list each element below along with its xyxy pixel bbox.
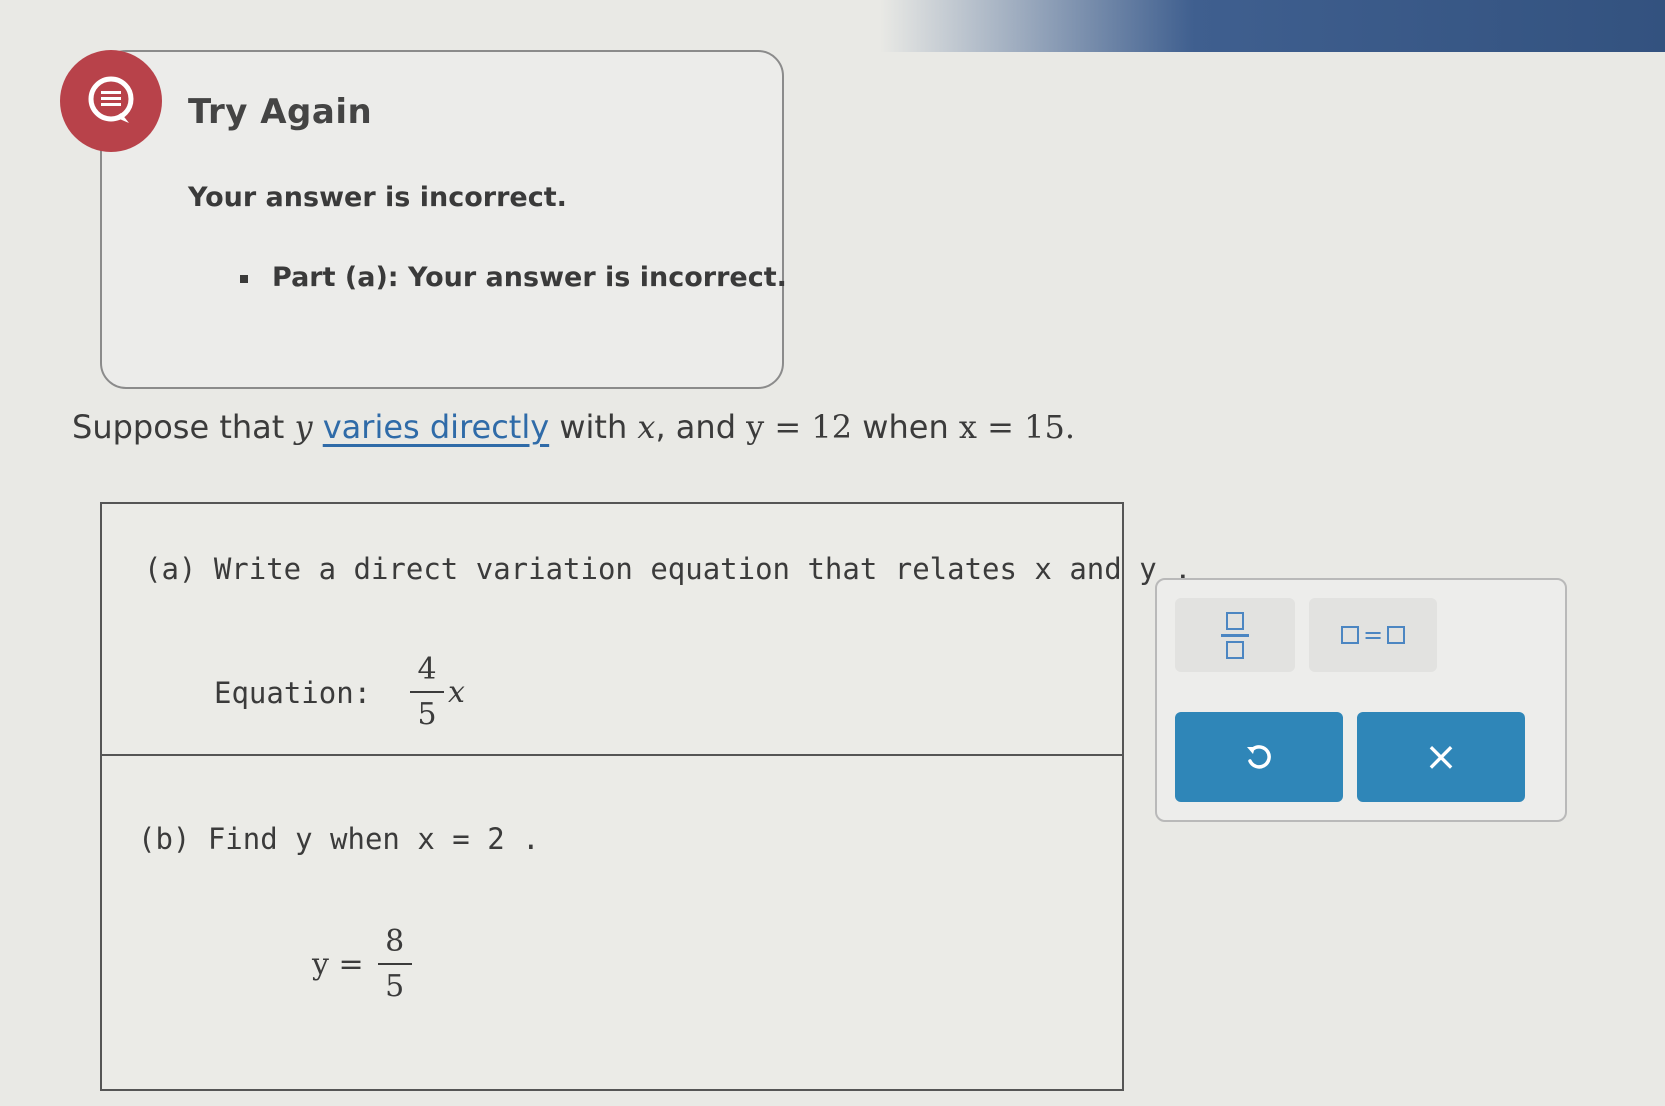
- varies-directly-link[interactable]: varies directly: [323, 408, 549, 446]
- statement-with: with: [549, 408, 638, 446]
- top-navigation-bar: [880, 0, 1665, 52]
- statement-intro: Suppose that: [72, 408, 295, 446]
- given-x-value: x = 15.: [958, 408, 1075, 446]
- feedback-message: Your answer is incorrect.: [188, 182, 567, 213]
- part-divider: [102, 754, 1122, 756]
- fraction-template-icon: [1221, 611, 1249, 659]
- undo-icon: [1247, 745, 1271, 769]
- statement-when: when: [852, 408, 959, 446]
- part-a-prompt: (a) Write a direct variation equation th…: [144, 552, 1192, 586]
- equation-denominator: 5: [417, 697, 437, 732]
- equation-template-icon: =: [1340, 621, 1406, 649]
- close-icon: ×: [1424, 734, 1458, 780]
- y-answer-input[interactable]: y = 8 5: [312, 924, 412, 1004]
- y-answer-denominator: 5: [385, 969, 405, 1004]
- y-answer-lhs: y =: [312, 946, 364, 982]
- feedback-item: Part (a): Your answer is incorrect.: [240, 262, 787, 293]
- equation-label: Equation:: [214, 676, 372, 710]
- fraction-template-button[interactable]: [1175, 598, 1295, 672]
- feedback-item-text: Part (a): Your answer is incorrect.: [272, 262, 787, 293]
- equals-symbol: =: [1362, 621, 1384, 649]
- y-answer-numerator: 8: [385, 924, 405, 959]
- statement-y-variable: y: [294, 408, 313, 446]
- fraction-bar: [410, 691, 444, 693]
- equation-numerator: 4: [417, 652, 437, 687]
- feedback-list: Part (a): Your answer is incorrect.: [240, 262, 787, 293]
- message-alert-icon: [60, 50, 162, 152]
- y-answer-fraction: 8 5: [377, 924, 412, 1004]
- equation-answer-input[interactable]: 4 5 x: [410, 652, 465, 732]
- bullet-icon: [240, 274, 248, 283]
- part-b-prompt: (b) Find y when x = 2 .: [138, 822, 540, 856]
- math-keypad: = ×: [1155, 578, 1567, 822]
- feedback-title: Try Again: [188, 92, 373, 132]
- equation-variable: x: [448, 674, 465, 710]
- clear-button[interactable]: ×: [1357, 712, 1525, 802]
- statement-and: , and: [655, 408, 747, 446]
- answer-box: (a) Write a direct variation equation th…: [100, 502, 1192, 1091]
- undo-button[interactable]: [1175, 712, 1343, 802]
- statement-x-variable: x: [637, 408, 656, 446]
- equation-template-button[interactable]: =: [1309, 598, 1437, 672]
- given-y-value: y = 12: [746, 408, 853, 446]
- fraction-bar: [377, 963, 412, 965]
- problem-statement: Suppose that y varies directly with x, a…: [72, 408, 1075, 446]
- equation-fraction: 4 5: [410, 652, 444, 732]
